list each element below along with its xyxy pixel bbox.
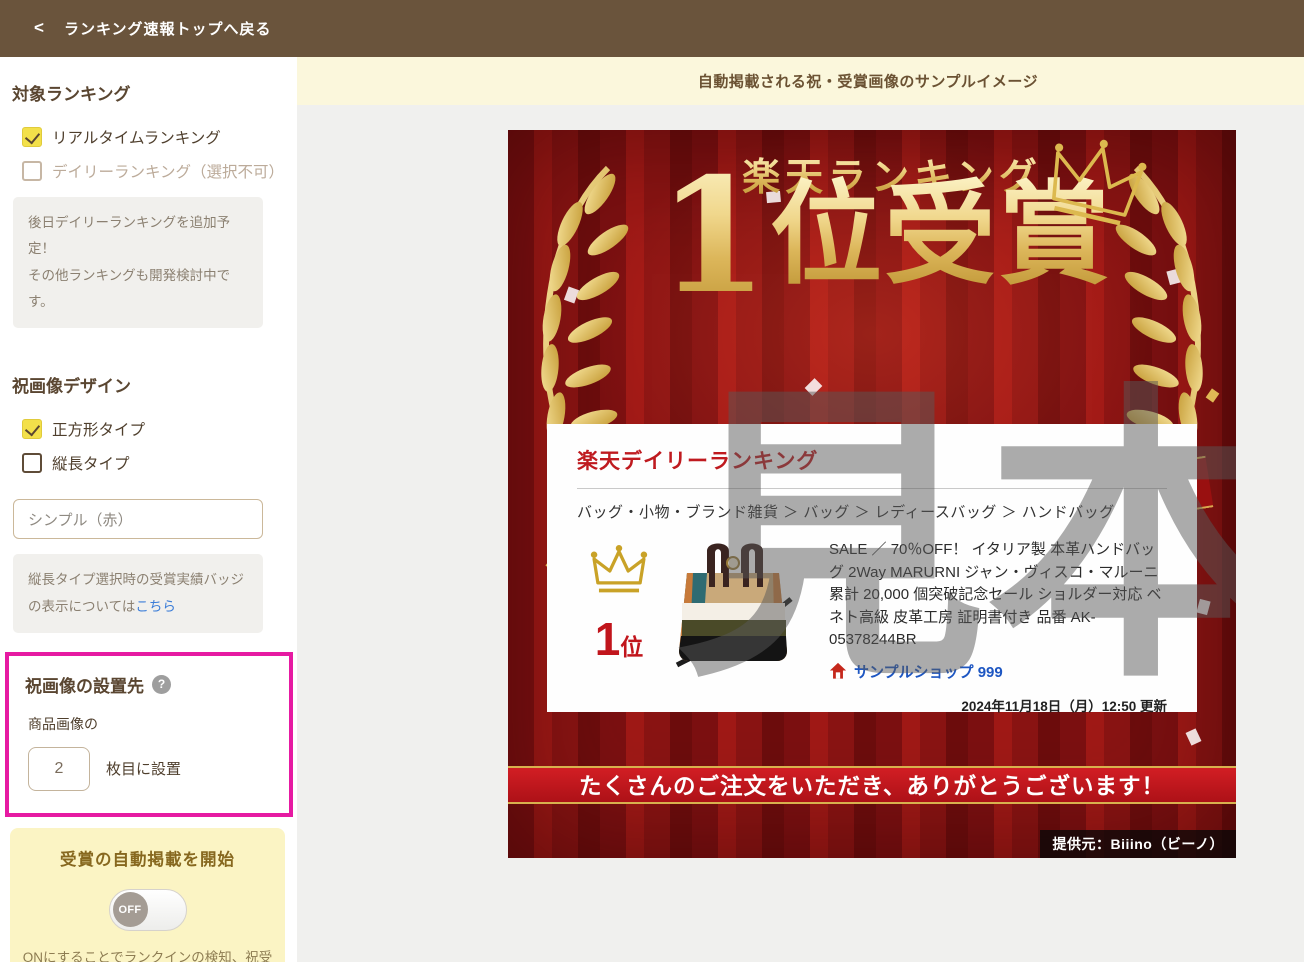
autopost-description: ONにすることでランクインの検知、祝受賞画像の自動掲載がスタートします — [22, 946, 273, 962]
autopost-heading: 受賞の自動掲載を開始 — [22, 846, 273, 870]
note-line: 後日デイリーランキングを追加予定！ — [28, 215, 230, 256]
placement-panel: 祝画像の設置先 ? 商品画像の 枚目に設置 — [5, 652, 293, 817]
design-select[interactable]: シンプル（赤） — [13, 499, 263, 539]
divider — [577, 488, 1167, 489]
autopost-toggle[interactable]: OFF — [109, 889, 187, 931]
rank-badge: 1位 — [577, 612, 661, 666]
chevron-left-icon: < — [34, 18, 44, 38]
thanks-band: たくさんのご注文をいただき、ありがとうございます！ — [508, 766, 1236, 804]
target-ranking-note: 後日デイリーランキングを追加予定！ その他ランキングも開発検討中です。 — [13, 197, 263, 328]
help-icon[interactable]: ? — [152, 675, 171, 694]
rank-suffix: 位 — [620, 634, 643, 660]
breadcrumb: バッグ・小物・ブランド雑貨 ＞ バッグ ＞ レディースバッグ ＞ ハンドバッグ — [577, 501, 1167, 522]
checkbox-daily-ranking: デイリーランキング（選択不可） — [0, 160, 297, 182]
design-select-value: シンプル（赤） — [28, 509, 133, 530]
rank-number: 1 — [658, 144, 770, 329]
checkbox-unchecked-icon[interactable] — [22, 453, 42, 473]
checkbox-portrait-type[interactable]: 縦長タイプ — [0, 452, 297, 474]
checkbox-checked-icon[interactable] — [22, 419, 42, 439]
updated-timestamp: 2024年11月18日（月）12:50 更新 — [829, 695, 1167, 715]
product-handbag-image — [663, 539, 803, 671]
target-ranking-heading: 対象ランキング — [0, 80, 297, 105]
rank-crown-icon — [588, 545, 650, 597]
placement-label: 商品画像の — [28, 714, 279, 734]
checkbox-label: リアルタイムランキング — [52, 126, 221, 148]
rank-number: 1 — [595, 613, 621, 665]
checkbox-square-type[interactable]: 正方形タイプ — [0, 418, 297, 440]
checkbox-unchecked-icon — [22, 161, 42, 181]
thanks-text: たくさんのご注文をいただき、ありがとうございます！ — [579, 769, 1165, 801]
back-to-top-bar[interactable]: < ランキング速報トップへ戻る — [0, 0, 1304, 57]
provider-credit: 提供元：Biiino（ビーノ） — [1040, 830, 1236, 858]
toggle-knob[interactable]: OFF — [113, 892, 148, 927]
checkbox-label: 正方形タイプ — [52, 418, 145, 440]
note-line: その他ランキングも開発検討中です。 — [28, 268, 230, 309]
placement-heading: 祝画像の設置先 — [25, 672, 144, 697]
checkbox-label: デイリーランキング（選択不可） — [52, 160, 284, 182]
checkbox-label: 縦長タイプ — [52, 452, 130, 474]
ranking-card: 楽天デイリーランキング バッグ・小物・ブランド雑貨 ＞ バッグ ＞ レディースバ… — [547, 424, 1197, 712]
shop-name: サンプルショップ 999 — [854, 661, 1003, 682]
award-sample-image: 楽天ランキング 1位受賞 大好評につき注文殺到中！ 楽天デイリーランキング バッ… — [508, 130, 1236, 858]
checkbox-checked-icon[interactable] — [22, 127, 42, 147]
autopost-panel: 受賞の自動掲載を開始 OFF ONにすることでランクインの検知、祝受賞画像の自動… — [10, 828, 285, 962]
checkbox-realtime-ranking[interactable]: リアルタイムランキング — [0, 126, 297, 148]
card-title: 楽天デイリーランキング — [577, 445, 1167, 475]
kochira-link[interactable]: こちら — [135, 599, 176, 614]
design-heading: 祝画像デザイン — [0, 372, 297, 397]
placement-suffix: 枚目に設置 — [106, 758, 181, 779]
back-link-label: ランキング速報トップへ戻る — [64, 18, 272, 39]
image-position-input[interactable] — [28, 747, 90, 791]
sample-title-strip: 自動掲載される祝・受賞画像のサンプルイメージ — [297, 57, 1304, 105]
product-title: SALE ／ 70％OFF！ イタリア製 本革ハンドバッグ 2Way MARUR… — [829, 539, 1167, 652]
shop-icon — [829, 662, 847, 680]
preview-area: 自動掲載される祝・受賞画像のサンプルイメージ — [297, 57, 1304, 962]
sample-title: 自動掲載される祝・受賞画像のサンプルイメージ — [698, 71, 1038, 92]
settings-sidebar: 対象ランキング リアルタイムランキング デイリーランキング（選択不可） 後日デイ… — [0, 57, 297, 962]
design-note: 縦長タイプ選択時の受賞実績バッジの表示についてはこちら — [13, 554, 263, 633]
